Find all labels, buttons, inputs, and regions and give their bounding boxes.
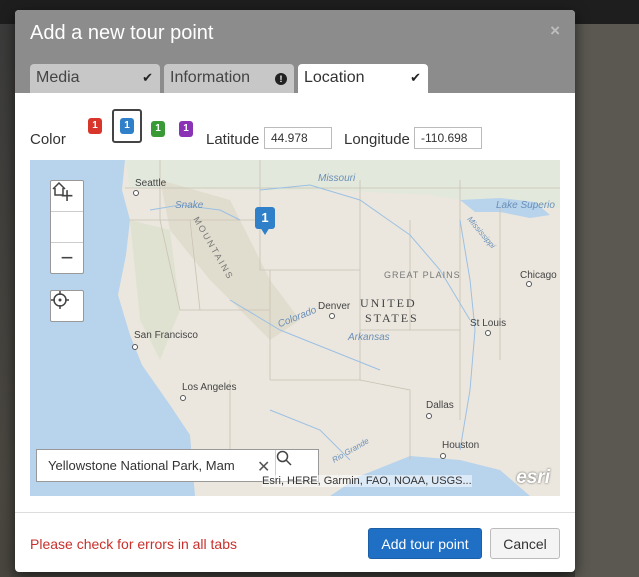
home-button[interactable] — [51, 181, 83, 243]
error-icon: ! — [275, 70, 287, 85]
map-label-san-francisco: San Francisco — [134, 330, 198, 341]
zoom-controls: + − — [50, 180, 84, 274]
city-marker — [440, 453, 446, 459]
green-pin-option[interactable]: 1 — [151, 121, 165, 137]
error-message: Please check for errors in all tabs — [30, 536, 237, 552]
error-badge: ! — [275, 73, 287, 85]
crosshair-icon — [51, 291, 69, 309]
city-marker — [526, 281, 532, 287]
locate-button[interactable] — [50, 290, 84, 322]
map-label-united: UNITED — [360, 296, 417, 310]
map-label-great-plains: GREAT PLAINS — [384, 270, 461, 280]
background-map — [575, 24, 639, 577]
map-label-st-louis: St Louis — [470, 318, 507, 329]
dialog-header: Add a new tour point × Media ✔ Informati… — [15, 10, 575, 93]
checkmark-icon: ✔ — [142, 70, 153, 85]
purple-pin-option[interactable]: 1 — [179, 121, 193, 137]
location-settings-row: Color 1 1 1 1 Latitude Longitude — [30, 109, 570, 149]
longitude-label: Longitude — [344, 131, 410, 148]
close-icon[interactable]: × — [550, 21, 560, 41]
tour-point-map-marker[interactable]: 1 — [255, 207, 275, 235]
add-tour-point-button[interactable]: Add tour point — [368, 528, 482, 559]
map-label-dallas: Dallas — [426, 400, 454, 411]
search-icon — [276, 450, 292, 466]
map-attribution: Esri, HERE, Garmin, FAO, NOAA, USGS... — [262, 475, 472, 487]
tab-location[interactable]: Location ✔ — [298, 64, 428, 93]
map-label-houston: Houston — [442, 440, 480, 451]
city-marker — [426, 413, 432, 419]
map-label-arkansas: Arkansas — [348, 332, 390, 343]
tab-label: Location — [304, 69, 365, 86]
latitude-label: Latitude — [206, 131, 260, 148]
map-label-chicago: Chicago — [520, 270, 557, 281]
map-label-states: STATES — [365, 311, 419, 325]
city-marker — [485, 330, 491, 336]
add-tour-point-dialog: Add a new tour point × Media ✔ Informati… — [15, 10, 575, 572]
tab-label: Information — [170, 69, 251, 86]
latitude-input[interactable] — [264, 127, 332, 149]
dialog-title: Add a new tour point — [30, 22, 214, 44]
blue-pin-option[interactable]: 1 — [120, 118, 134, 134]
map-label-denver: Denver — [318, 301, 351, 312]
city-marker — [133, 190, 139, 196]
color-label: Color — [30, 131, 66, 148]
tab-media[interactable]: Media ✔ — [30, 64, 160, 93]
checkmark-icon: ✔ — [410, 70, 421, 85]
esri-logo: esri — [516, 467, 550, 488]
clear-icon[interactable]: ✕ — [257, 457, 270, 477]
map-label-los-angeles: Los Angeles — [182, 382, 237, 393]
zoom-out-button[interactable]: − — [51, 243, 83, 273]
tab-label: Media — [36, 69, 80, 86]
city-marker — [180, 395, 186, 401]
home-icon — [52, 181, 66, 196]
cancel-button[interactable]: Cancel — [490, 528, 560, 559]
city-marker — [329, 313, 335, 319]
map-label-snake: Snake — [175, 200, 204, 211]
map-label-missouri: Missouri — [318, 173, 356, 184]
city-marker — [132, 344, 138, 350]
map-label-seattle: Seattle — [135, 178, 167, 189]
dialog-footer: Please check for errors in all tabs Add … — [15, 512, 575, 572]
map-search-input[interactable] — [37, 450, 275, 481]
tab-information[interactable]: Information ! — [164, 64, 294, 93]
map-label-lake-superior: Lake Superio — [496, 200, 555, 211]
longitude-input[interactable] — [414, 127, 482, 149]
map-view[interactable]: Seattle Missouri Snake Lake Superio Miss… — [30, 160, 560, 496]
red-pin-option[interactable]: 1 — [88, 118, 102, 134]
